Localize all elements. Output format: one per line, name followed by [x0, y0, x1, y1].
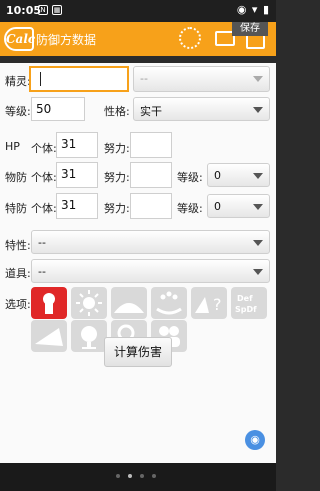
option-ground[interactable] — [111, 287, 147, 319]
def-rank-value: 0 — [214, 169, 221, 182]
jingling-input[interactable] — [29, 66, 129, 92]
def-iv-label: 个体: — [31, 171, 57, 184]
item-select[interactable]: -- — [31, 259, 270, 283]
def-rank-select[interactable]: 0 — [207, 163, 270, 187]
option-globe[interactable] — [71, 320, 107, 352]
chevron-down-icon — [253, 107, 263, 113]
svg-text:Def: Def — [237, 294, 253, 303]
ability-label: 特性: — [5, 239, 31, 252]
globe-icon — [81, 326, 97, 349]
level-label: 等级: — [5, 105, 31, 118]
system-nav-bar — [0, 463, 276, 491]
level-input[interactable]: 50 — [31, 97, 85, 121]
nature-select[interactable]: 实干 — [133, 97, 270, 121]
chevron-down-icon — [253, 76, 263, 82]
hp-iv-input[interactable]: 31 — [56, 132, 98, 158]
option-question[interactable]: ? — [191, 287, 227, 319]
jingling-select-value: -- — [140, 72, 148, 85]
spdef-rank-value: 0 — [214, 200, 221, 213]
chevron-down-icon — [253, 240, 263, 246]
android-floating-icon[interactable]: ◉ — [245, 430, 265, 450]
def-label: 物防 — [5, 171, 27, 184]
svg-text:?: ? — [213, 295, 222, 314]
nav-dot — [152, 474, 156, 478]
def-ev-input[interactable] — [130, 162, 172, 188]
chevron-down-icon — [253, 204, 263, 210]
spdef-ev-label: 努力: — [104, 202, 130, 215]
page-indicator — [121, 55, 151, 70]
def-rank-label: 等级: — [177, 171, 203, 184]
nature-label: 性格: — [104, 105, 130, 118]
spdef-iv-input[interactable]: 31 — [56, 193, 98, 219]
item-label: 道具: — [5, 267, 31, 280]
question-pair-icon: ? — [195, 295, 222, 314]
screen-icon — [35, 328, 63, 346]
hp-ev-input[interactable] — [130, 132, 172, 158]
loading-spinner-icon — [179, 27, 201, 49]
nature-select-value: 实干 — [140, 105, 162, 118]
sun-icon — [76, 290, 102, 316]
option-sun[interactable] — [71, 287, 107, 319]
def-spdef-icon: Def SpDf — [235, 294, 257, 314]
app-logo: Calc — [4, 27, 35, 51]
ability-select-value: -- — [38, 236, 46, 249]
def-iv-input[interactable]: 31 — [56, 162, 98, 188]
jingling-select[interactable]: -- — [133, 66, 270, 92]
status-icons: ◉ ▾ ▮ — [236, 3, 270, 16]
ground-icon — [114, 303, 144, 313]
option-keyhole[interactable] — [31, 287, 67, 319]
keyhole-icon — [43, 293, 55, 314]
nav-dot-active — [128, 474, 132, 478]
save-button[interactable]: 保存 — [232, 22, 268, 36]
notification-icon: N — [38, 5, 48, 15]
status-time: 10:05 — [6, 4, 42, 17]
splash-icon — [156, 291, 182, 315]
nav-dot — [116, 474, 120, 478]
option-def-spdef[interactable]: Def SpDf — [231, 287, 267, 319]
svg-text:SpDf: SpDf — [235, 305, 257, 314]
chevron-down-icon — [253, 269, 263, 275]
text-caret — [40, 72, 41, 86]
spdef-rank-label: 等级: — [177, 202, 203, 215]
spdef-ev-input[interactable] — [130, 193, 172, 219]
calendar-icon: ▦ — [52, 5, 62, 15]
spdef-label: 特防 — [5, 202, 27, 215]
hp-label: HP — [5, 140, 20, 153]
option-screen[interactable] — [31, 320, 67, 352]
options-label: 选项: — [5, 298, 31, 311]
option-splash[interactable] — [151, 287, 187, 319]
status-bar: 10:05 N ▦ ◉ ▾ ▮ — [0, 0, 276, 22]
app-title: 防御方数据 — [36, 33, 97, 47]
spdef-rank-select[interactable]: 0 — [207, 194, 270, 218]
calculate-damage-button[interactable]: 计算伤害 — [104, 337, 172, 367]
def-ev-label: 努力: — [104, 171, 130, 184]
hp-iv-label: 个体: — [31, 142, 57, 155]
chevron-down-icon — [253, 173, 263, 179]
spdef-iv-label: 个体: — [31, 202, 57, 215]
jingling-label: 精灵: — [5, 75, 31, 88]
hp-ev-label: 努力: — [104, 142, 130, 155]
item-select-value: -- — [38, 265, 46, 278]
nav-dot — [140, 474, 144, 478]
ability-select[interactable]: -- — [31, 230, 270, 254]
